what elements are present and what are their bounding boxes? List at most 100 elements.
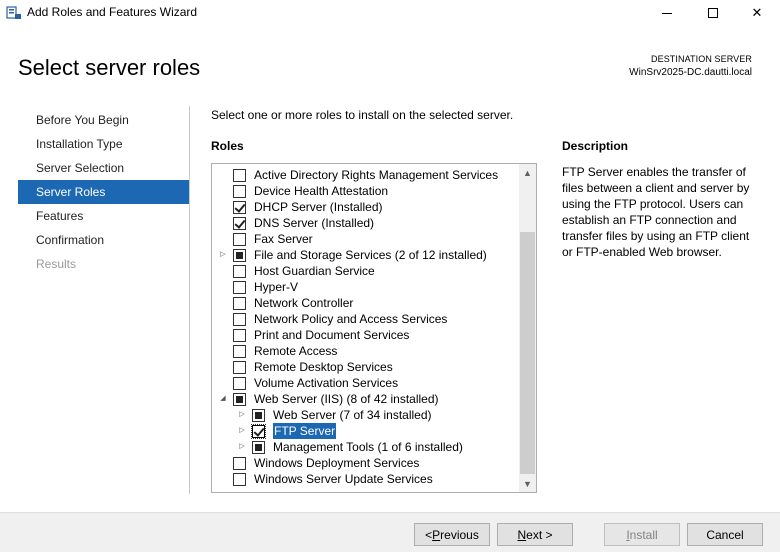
title-bar: Add Roles and Features Wizard ✕ [0,0,780,26]
role-row[interactable]: Volume Activation Services [212,375,518,391]
role-label[interactable]: Remote Access [254,343,337,359]
role-row[interactable]: DNS Server (Installed) [212,215,518,231]
role-label[interactable]: Print and Document Services [254,327,409,343]
role-label[interactable]: Windows Deployment Services [254,455,419,471]
nav-item-before-you-begin[interactable]: Before You Begin [18,108,189,132]
role-label[interactable]: DHCP Server (Installed) [254,199,382,215]
nav-item-features[interactable]: Features [18,204,189,228]
role-checkbox[interactable] [233,201,246,214]
role-row[interactable]: Remote Access [212,343,518,359]
role-checkbox[interactable] [233,249,246,262]
expand-closed-icon[interactable]: ▷ [237,407,247,423]
nav-item-confirmation[interactable]: Confirmation [18,228,189,252]
wizard-nav: Before You Begin Installation Type Server … [18,108,189,276]
role-row[interactable]: ▷ File and Storage Services (2 of 12 inst… [212,247,518,263]
roles-list-box[interactable]: Active Directory Rights Management Servi… [211,163,537,493]
role-checkbox[interactable] [233,217,246,230]
role-checkbox[interactable] [233,169,246,182]
role-row[interactable]: Print and Document Services [212,327,518,343]
role-row[interactable]: Network Controller [212,295,518,311]
previous-button[interactable]: < Previous [414,523,490,546]
role-row[interactable]: Remote Desktop Services [212,359,518,375]
role-checkbox[interactable] [233,377,246,390]
destination-server-label: DESTINATION SERVER [651,54,752,64]
role-checkbox[interactable] [233,361,246,374]
role-checkbox[interactable] [233,233,246,246]
window-title: Add Roles and Features Wizard [27,5,198,19]
roles-heading: Roles [211,139,244,153]
expand-closed-icon[interactable]: ▷ [218,247,228,263]
role-checkbox[interactable] [233,473,246,486]
role-row[interactable]: Windows Server Update Services [212,471,518,487]
role-label[interactable]: FTP Server [273,423,337,439]
role-row[interactable]: ▷ Management Tools (1 of 6 installed) [212,439,518,455]
role-checkbox[interactable] [233,185,246,198]
expand-closed-icon[interactable]: ▷ [237,439,247,455]
scroll-up-button[interactable]: ▲ [519,164,536,181]
role-row[interactable]: Fax Server [212,231,518,247]
expand-closed-icon[interactable]: ▷ [237,423,247,439]
minimize-button[interactable] [644,0,690,26]
role-row[interactable]: Network Policy and Access Services [212,311,518,327]
role-label[interactable]: DNS Server (Installed) [254,215,374,231]
role-label[interactable]: Volume Activation Services [254,375,398,391]
description-heading: Description [562,139,629,153]
role-label[interactable]: Host Guardian Service [254,263,375,279]
role-label[interactable]: Fax Server [254,231,313,247]
role-row[interactable]: DHCP Server (Installed) [212,199,518,215]
role-label[interactable]: Web Server (7 of 34 installed) [273,407,432,423]
destination-server-value: WinSrv2025-DC.dautti.local [629,67,752,78]
description-text: FTP Server enables the transfer of files… [562,165,750,259]
role-label[interactable]: Network Controller [254,295,353,311]
role-checkbox[interactable] [251,424,266,439]
role-label[interactable]: Hyper-V [254,279,298,295]
instruction-text: Select one or more roles to install on t… [211,108,514,122]
nav-item-installation-type[interactable]: Installation Type [18,132,189,156]
role-row[interactable]: Hyper-V [212,279,518,295]
role-label[interactable]: Active Directory Rights Management Servi… [254,167,498,183]
role-checkbox[interactable] [233,329,246,342]
maximize-button[interactable] [690,0,736,26]
close-icon: ✕ [751,5,763,20]
role-label[interactable]: Windows Server Update Services [254,471,433,487]
role-label[interactable]: File and Storage Services (2 of 12 insta… [254,247,487,263]
role-checkbox[interactable] [233,393,246,406]
server-manager-icon [6,6,21,19]
role-row[interactable]: ▷ Web Server (7 of 34 installed) [212,407,518,423]
role-row[interactable]: Device Health Attestation [212,183,518,199]
roles-tree: Active Directory Rights Management Servi… [212,167,518,487]
role-row[interactable]: ▷ FTP Server [212,423,518,439]
cancel-button[interactable]: Cancel [687,523,763,546]
nav-item-results: Results [36,257,77,271]
role-checkbox[interactable] [233,457,246,470]
role-label[interactable]: Management Tools (1 of 6 installed) [273,439,463,455]
nav-divider [189,106,190,494]
page-title: Select server roles [18,55,201,80]
scroll-thumb[interactable] [520,232,535,474]
role-row[interactable]: Active Directory Rights Management Servi… [212,167,518,183]
role-checkbox[interactable] [233,281,246,294]
role-label[interactable]: Remote Desktop Services [254,359,393,375]
role-checkbox[interactable] [233,297,246,310]
role-row[interactable]: Windows Deployment Services [212,455,518,471]
role-checkbox[interactable] [252,441,265,454]
nav-item-server-selection[interactable]: Server Selection [18,156,189,180]
role-row[interactable]: Host Guardian Service [212,263,518,279]
scroll-down-button[interactable]: ▼ [519,475,536,492]
chevron-down-icon: ▼ [523,478,532,489]
nav-item-server-roles[interactable]: Server Roles [18,180,189,204]
role-checkbox[interactable] [233,265,246,278]
role-label[interactable]: Web Server (IIS) (8 of 42 installed) [254,391,439,407]
roles-scrollbar[interactable]: ▲ ▼ [519,164,536,492]
role-checkbox[interactable] [252,409,265,422]
close-button[interactable]: ✕ [734,0,780,26]
role-label[interactable]: Device Health Attestation [254,183,388,199]
minimize-icon [662,13,672,14]
role-label[interactable]: Network Policy and Access Services [254,311,447,327]
expand-open-icon[interactable]: ◢ [218,391,228,407]
role-row[interactable]: ◢ Web Server (IIS) (8 of 42 installed) [212,391,518,407]
role-checkbox[interactable] [233,345,246,358]
role-checkbox[interactable] [233,313,246,326]
install-button[interactable]: Install [604,523,680,546]
next-button[interactable]: Next > [497,523,573,546]
